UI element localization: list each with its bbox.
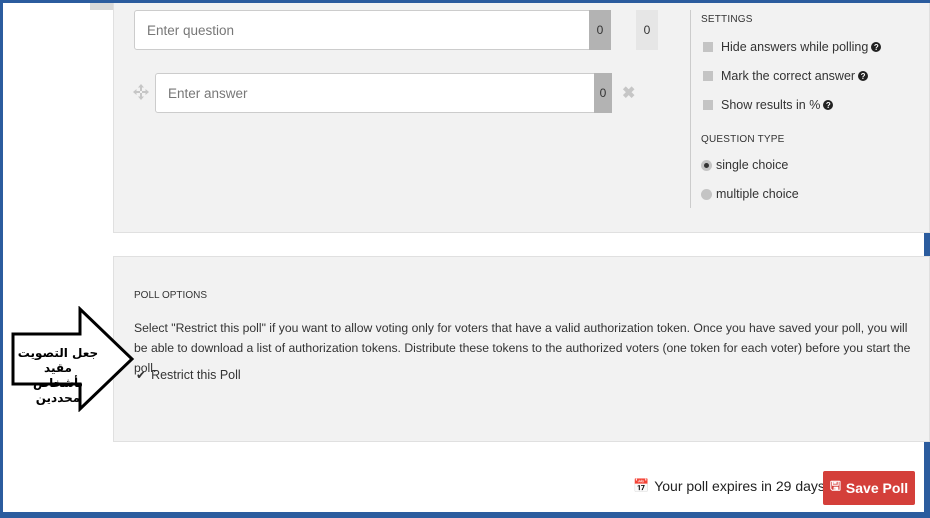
help-icon[interactable]: ? bbox=[871, 42, 882, 52]
question-char-count: 0 bbox=[589, 10, 611, 50]
answer-input[interactable]: Enter answer bbox=[155, 73, 612, 113]
answer-char-count: 0 bbox=[594, 73, 612, 113]
question-input[interactable]: Enter question bbox=[134, 10, 611, 50]
annotation-line-2: بأشخاص محددين bbox=[32, 376, 84, 405]
remove-answer-icon[interactable]: ✖ bbox=[622, 83, 635, 103]
checkbox-icon[interactable] bbox=[703, 100, 713, 110]
help-icon[interactable]: ? bbox=[858, 71, 869, 81]
restrict-poll-option[interactable]: ✔ Restrict this Poll bbox=[136, 368, 241, 382]
multiple-choice-option[interactable]: multiple choice bbox=[701, 187, 799, 201]
poll-options-title: POLL OPTIONS bbox=[134, 290, 207, 301]
checkmark-icon[interactable]: ✔ bbox=[136, 368, 146, 382]
annotation-line-1: جعل التصويت مقيد bbox=[17, 346, 99, 375]
question-type-title: QUESTION TYPE bbox=[701, 134, 785, 145]
show-percent-option[interactable]: Show results in % ? bbox=[703, 98, 834, 112]
multiple-choice-label: multiple choice bbox=[716, 187, 799, 201]
save-poll-label: Save Poll bbox=[845, 480, 909, 496]
hide-answers-label: Hide answers while polling bbox=[721, 40, 869, 54]
settings-title: SETTINGS bbox=[701, 14, 753, 25]
checkbox-icon[interactable] bbox=[703, 42, 713, 52]
hide-answers-option[interactable]: Hide answers while polling ? bbox=[703, 40, 882, 54]
single-choice-label: single choice bbox=[716, 158, 789, 172]
checkbox-icon[interactable] bbox=[703, 71, 713, 81]
frame-bottom-border bbox=[0, 512, 930, 518]
answer-placeholder: Enter answer bbox=[168, 85, 248, 101]
question-points-box[interactable]: 0 bbox=[636, 10, 658, 50]
radio-icon[interactable] bbox=[701, 188, 712, 200]
calendar-icon: 📅 bbox=[633, 478, 650, 493]
annotation-label: جعل التصويت مقيد بأشخاص محددين bbox=[13, 346, 103, 406]
floppy-disk-icon: 🖫 bbox=[829, 478, 841, 493]
mark-correct-option[interactable]: Mark the correct answer ? bbox=[703, 69, 869, 83]
expires-text: Your poll expires in 29 days bbox=[654, 478, 825, 494]
show-percent-label: Show results in % bbox=[721, 98, 821, 112]
question-placeholder: Enter question bbox=[147, 22, 235, 38]
move-icon[interactable] bbox=[133, 84, 149, 100]
frame-left-border bbox=[0, 0, 3, 518]
mark-correct-label: Mark the correct answer bbox=[721, 69, 856, 83]
help-icon[interactable]: ? bbox=[823, 100, 834, 110]
poll-expiry-info: 📅 Your poll expires in 29 days ? bbox=[633, 474, 842, 494]
poll-options-description: Select "Restrict this poll" if you want … bbox=[134, 321, 911, 375]
radio-selected-icon[interactable] bbox=[701, 159, 712, 171]
restrict-poll-label: Restrict this Poll bbox=[151, 368, 241, 382]
single-choice-option[interactable]: single choice bbox=[701, 158, 788, 172]
save-poll-button[interactable]: 🖫 Save Poll bbox=[823, 471, 915, 505]
